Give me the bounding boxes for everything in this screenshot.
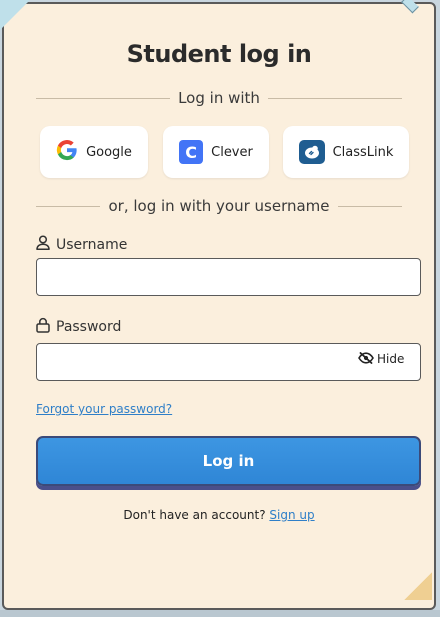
password-label-text: Password bbox=[56, 319, 122, 335]
forgot-password-link[interactable]: Forgot your password? bbox=[36, 402, 172, 416]
lock-icon bbox=[36, 317, 50, 337]
username-label-text: Username bbox=[56, 236, 128, 253]
eye-off-icon bbox=[358, 351, 374, 367]
signup-row: Don't have an account? Sign up bbox=[4, 508, 434, 522]
divider-line bbox=[267, 97, 403, 99]
google-login-button[interactable]: Google bbox=[40, 126, 148, 178]
classlink-login-label: ClassLink bbox=[332, 144, 394, 160]
login-card: Student log in Log in with Google C Clev… bbox=[2, 2, 436, 610]
signup-link[interactable]: Sign up bbox=[269, 508, 314, 522]
page-title: Student log in bbox=[126, 40, 312, 68]
classlink-login-button[interactable]: ClassLink bbox=[283, 126, 409, 178]
signup-prompt: Don't have an account? bbox=[123, 508, 266, 522]
google-login-label: Google bbox=[86, 144, 132, 160]
clever-icon: C bbox=[179, 140, 204, 164]
password-label: Password bbox=[36, 317, 121, 337]
login-button[interactable]: Log in bbox=[36, 436, 421, 486]
divider-line bbox=[36, 97, 171, 99]
username-label: Username bbox=[36, 235, 127, 254]
clever-login-label: Clever bbox=[211, 144, 253, 160]
page-bottom-edge bbox=[0, 610, 440, 617]
page-curl-decoration bbox=[404, 572, 432, 600]
clever-login-button[interactable]: C Clever bbox=[163, 126, 269, 178]
user-icon bbox=[36, 235, 50, 254]
username-divider: or, log in with your username bbox=[36, 196, 403, 216]
divider-line bbox=[36, 205, 101, 207]
sso-divider: Log in with bbox=[36, 88, 403, 108]
google-icon bbox=[56, 139, 78, 165]
divider-line bbox=[337, 205, 403, 207]
hide-label: Hide bbox=[377, 352, 405, 366]
sso-divider-label: Log in with bbox=[178, 89, 260, 107]
sso-button-row: Google C Clever ClassLink bbox=[40, 126, 409, 180]
toggle-password-visibility[interactable]: Hide bbox=[358, 349, 404, 369]
classlink-icon bbox=[298, 140, 325, 164]
username-divider-label: or, log in with your username bbox=[108, 197, 330, 215]
username-input[interactable] bbox=[36, 258, 421, 296]
